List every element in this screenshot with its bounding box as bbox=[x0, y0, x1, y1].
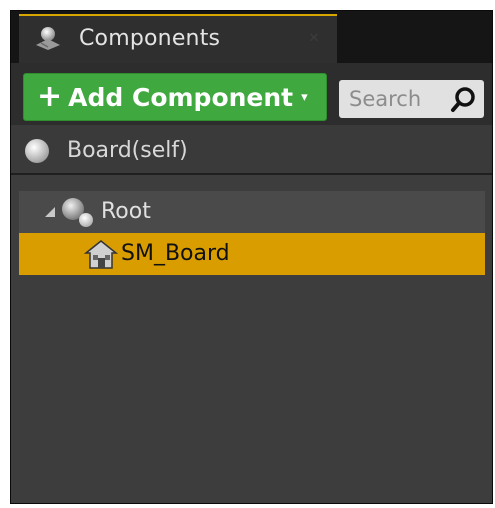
tab-bar: Components ✕ bbox=[11, 11, 492, 63]
components-toolbar: + Add Component ▾ bbox=[11, 63, 492, 125]
tree-item-label: Root bbox=[101, 199, 151, 224]
sphere-icon bbox=[25, 139, 49, 163]
tab-title: Components bbox=[79, 26, 221, 51]
static-mesh-icon bbox=[83, 240, 119, 269]
add-component-label: Add Component bbox=[68, 82, 294, 112]
expand-arrow-icon[interactable] bbox=[43, 205, 57, 219]
tab-components[interactable]: Components ✕ bbox=[19, 14, 337, 63]
search-icon[interactable] bbox=[450, 86, 478, 114]
search-box[interactable] bbox=[339, 80, 484, 118]
components-icon bbox=[36, 27, 60, 50]
chevron-down-icon: ▾ bbox=[301, 89, 308, 105]
self-label: Board(self) bbox=[67, 138, 188, 163]
scene-root-icon bbox=[62, 198, 93, 227]
tree-item-label: SM_Board bbox=[121, 241, 230, 266]
component-tree: Root SM_Board bbox=[19, 191, 485, 275]
self-component-row[interactable]: Board(self) bbox=[11, 125, 492, 175]
add-component-button[interactable]: + Add Component ▾ bbox=[23, 73, 327, 121]
plus-icon: + bbox=[37, 79, 63, 114]
tree-item-root[interactable]: Root bbox=[19, 191, 485, 233]
components-panel: + Add Component ▾ Search Board(self) Roo… bbox=[11, 63, 492, 503]
search-input[interactable] bbox=[339, 80, 447, 118]
components-window: Components ✕ + Add Component ▾ Search Bo… bbox=[10, 10, 493, 504]
close-icon[interactable]: ✕ bbox=[307, 32, 321, 46]
tree-item-sm-board[interactable]: SM_Board bbox=[19, 233, 485, 275]
